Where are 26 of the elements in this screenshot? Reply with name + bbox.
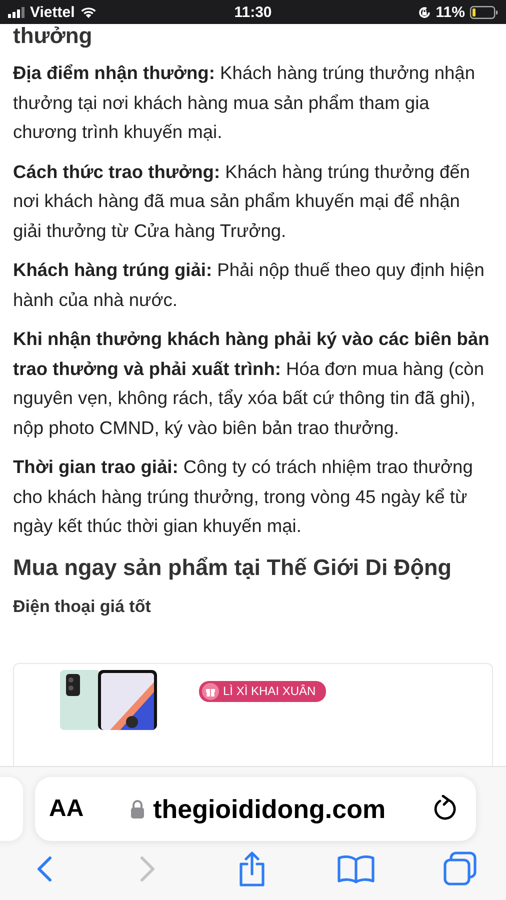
subheading: Điện thoại giá tốt [13, 596, 152, 618]
carrier-name: Viettel [30, 4, 75, 20]
gift-icon [202, 682, 219, 700]
lock-icon [130, 799, 146, 819]
share-icon [237, 851, 267, 887]
paragraph: Địa điểm nhận thưởng: Khách hàng trúng thưởng nhận thưởng tại nơi khách hàng mua sản phẩm tham gia chương trình khuyến mại. [13, 61, 476, 144]
paragraph: Khi nhận thưởng khách hàng phải ký vào các biên bản trao thưởng và phải xuất trình: Hóa đơn mua hàng (còn nguyên vẹn, không rách, tẩy xóa bất cứ thông tin đã ghi), nộp photo CMND, ký vào biên bản trao thưởng. [13, 327, 490, 440]
chevron-right-icon [139, 855, 157, 883]
wifi-icon [80, 6, 97, 18]
paragraph: Thời gian trao giải: Công ty có trách nhiệm trao thưởng cho khách hàng trúng thưởng, trong vòng 45 ngày kể từ ngày kết thúc thời gian khuyến mại. [13, 455, 474, 538]
paragraph: Khách hàng trúng giải: Phải nộp thuế theo quy định hiện hành của nhà nước. [13, 258, 486, 312]
bookmarks-button[interactable] [336, 854, 376, 884]
text-size-button[interactable]: AA [49, 795, 84, 823]
signal-icon [8, 6, 25, 18]
section-heading: Mua ngay sản phẩm tại Thế Giới Di Động [13, 554, 453, 582]
rotation-lock-icon [418, 6, 431, 18]
book-icon [337, 854, 375, 884]
battery-percent: 11% [436, 4, 465, 20]
chevron-left-icon [35, 855, 53, 883]
address-text[interactable]: thegioididong.com [153, 794, 386, 824]
battery-icon [470, 6, 498, 18]
clock-time: 11:30 [234, 4, 272, 20]
paragraph: Cách thức trao thưởng: Khách hàng trúng thưởng đến nơi khách hàng đã mua sản phẩm khuyến mại để nhận giải thưởng từ Cửa hàng Trưởng. [13, 160, 471, 243]
promo-badge: LÌ XÌ KHAI XUÂN [199, 680, 326, 702]
section-heading: thưởng [13, 24, 94, 48]
tabs-icon [442, 851, 478, 887]
